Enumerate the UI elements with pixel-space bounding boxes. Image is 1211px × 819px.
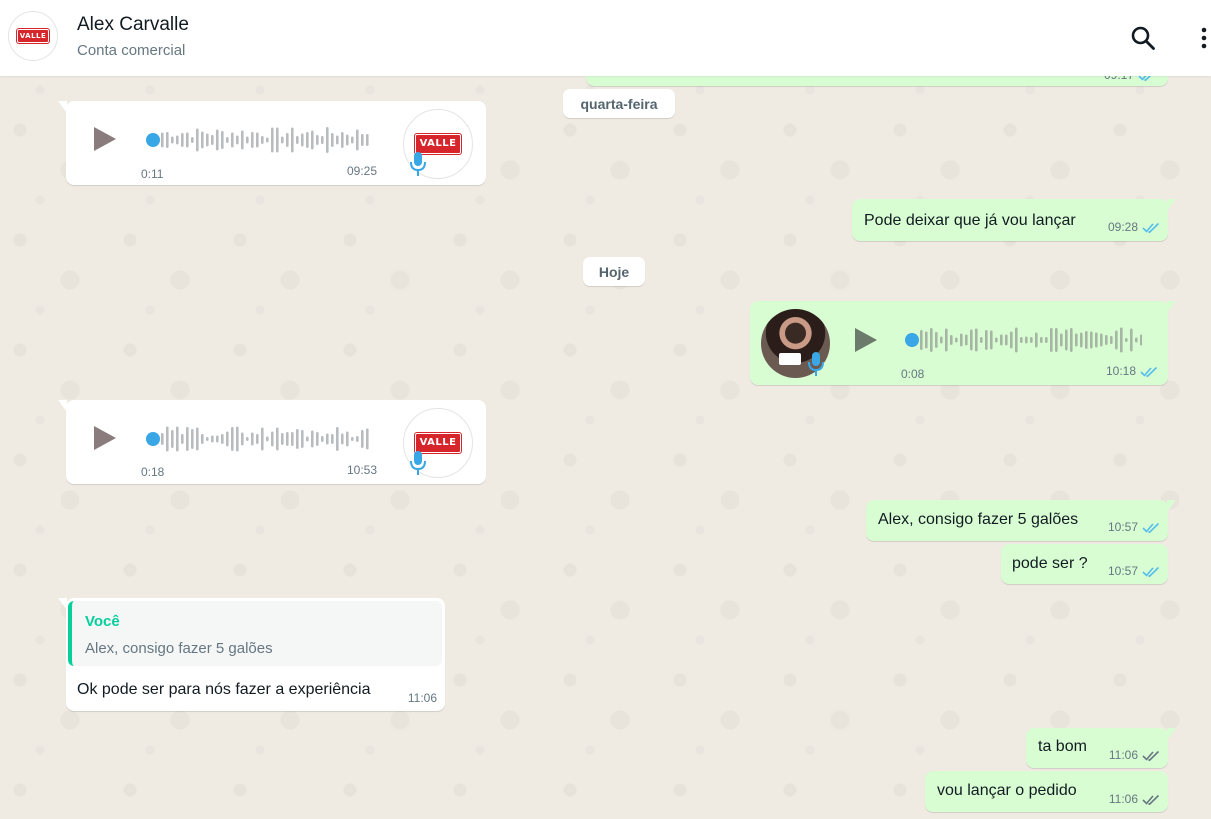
message-time: 10:18: [1105, 364, 1136, 378]
message-time: 09:25: [347, 164, 378, 178]
contact-name[interactable]: Alex Carvalle: [77, 14, 189, 36]
message-time: 11:06: [1108, 748, 1138, 762]
date-chip-today: Hoje: [583, 257, 645, 286]
message-meta: 10:18: [1106, 364, 1158, 378]
message-text: Alex, consigo fazer 5 galões: [878, 511, 1079, 528]
playback-position-dot[interactable]: [146, 133, 160, 147]
message-meta: 11:06: [408, 691, 437, 705]
voice-duration: 0:11: [141, 167, 164, 181]
message-time: 10:57: [1107, 520, 1138, 534]
read-ticks-icon: [1140, 366, 1158, 377]
logo-text: VALLE: [19, 31, 47, 40]
waveform[interactable]: [920, 326, 1142, 354]
chat-header: VALLE Alex Carvalle Conta comercial: [0, 0, 1211, 76]
voice-duration: 0:18: [141, 465, 165, 479]
microphone-icon: [410, 451, 426, 475]
delivered-ticks-icon: [1142, 750, 1160, 761]
message-time: 10:53: [347, 463, 378, 477]
microphone-icon: [808, 352, 824, 376]
message-text: Pode deixar que já vou lançar: [864, 212, 1076, 229]
message-text: ta bom: [1038, 738, 1087, 755]
message-bubble-outgoing[interactable]: Pode deixar que já vou lançar 09:28: [852, 199, 1176, 241]
voice-message-outgoing[interactable]: 0:08 10:18: [750, 301, 1176, 385]
message-meta: 10:57: [1108, 564, 1160, 578]
microphone-icon: [410, 152, 426, 176]
read-ticks-icon: [1142, 222, 1160, 233]
logo-text: VALLE: [419, 138, 457, 149]
waveform[interactable]: [161, 126, 371, 154]
message-meta: 09:28: [1108, 220, 1160, 234]
quote-text: Alex, consigo fazer 5 galões: [85, 640, 273, 657]
message-time: 09:28: [1107, 220, 1138, 234]
message-time: 10:57: [1107, 564, 1138, 578]
voice-message-incoming[interactable]: 0:11 09:25 VALLE: [58, 101, 486, 185]
search-icon[interactable]: [1130, 25, 1156, 51]
contact-avatar[interactable]: VALLE: [8, 11, 58, 61]
kebab-menu-icon[interactable]: [1195, 26, 1211, 50]
reply-message-incoming[interactable]: Você Alex, consigo fazer 5 galões Ok pod…: [58, 598, 445, 711]
message-text: Ok pode ser para nós fazer a experiência: [77, 681, 371, 698]
message-bubble-outgoing[interactable]: ta bom 11:06: [1026, 728, 1176, 768]
message-bubble-outgoing[interactable]: Alex, consigo fazer 5 galões 10:57: [866, 500, 1176, 541]
play-icon[interactable]: [853, 326, 879, 354]
message-meta: 11:06: [1109, 748, 1160, 762]
message-time: 11:06: [407, 691, 437, 705]
date-chip-wednesday: quarta-feira: [563, 89, 675, 118]
playback-position-dot[interactable]: [905, 333, 919, 347]
contact-subtitle: Conta comercial: [77, 42, 186, 59]
read-ticks-icon: [1142, 522, 1160, 533]
delivered-ticks-icon: [1142, 794, 1160, 805]
voice-message-incoming[interactable]: 0:18 10:53 VALLE: [58, 400, 486, 484]
valle-logo-icon: VALLE: [17, 29, 49, 43]
message-meta: 10:57: [1108, 520, 1160, 534]
voice-duration: 0:08: [901, 367, 925, 381]
read-ticks-icon: [1142, 566, 1160, 577]
quote-author: Você: [85, 613, 120, 630]
message-meta: 11:06: [1109, 792, 1160, 806]
play-icon[interactable]: [92, 424, 118, 452]
message-time: 11:06: [1108, 792, 1138, 806]
play-icon[interactable]: [92, 125, 118, 153]
message-bubble-outgoing[interactable]: vou lançar o pedido 11:06: [925, 771, 1168, 812]
message-bubble-outgoing[interactable]: pode ser ? 10:57: [1001, 544, 1168, 584]
quoted-message[interactable]: Você Alex, consigo fazer 5 galões: [68, 601, 442, 666]
playback-position-dot[interactable]: [146, 432, 160, 446]
message-text: vou lançar o pedido: [937, 782, 1077, 799]
waveform[interactable]: [161, 425, 371, 453]
logo-text: VALLE: [419, 437, 457, 448]
message-text: pode ser ?: [1012, 555, 1088, 572]
